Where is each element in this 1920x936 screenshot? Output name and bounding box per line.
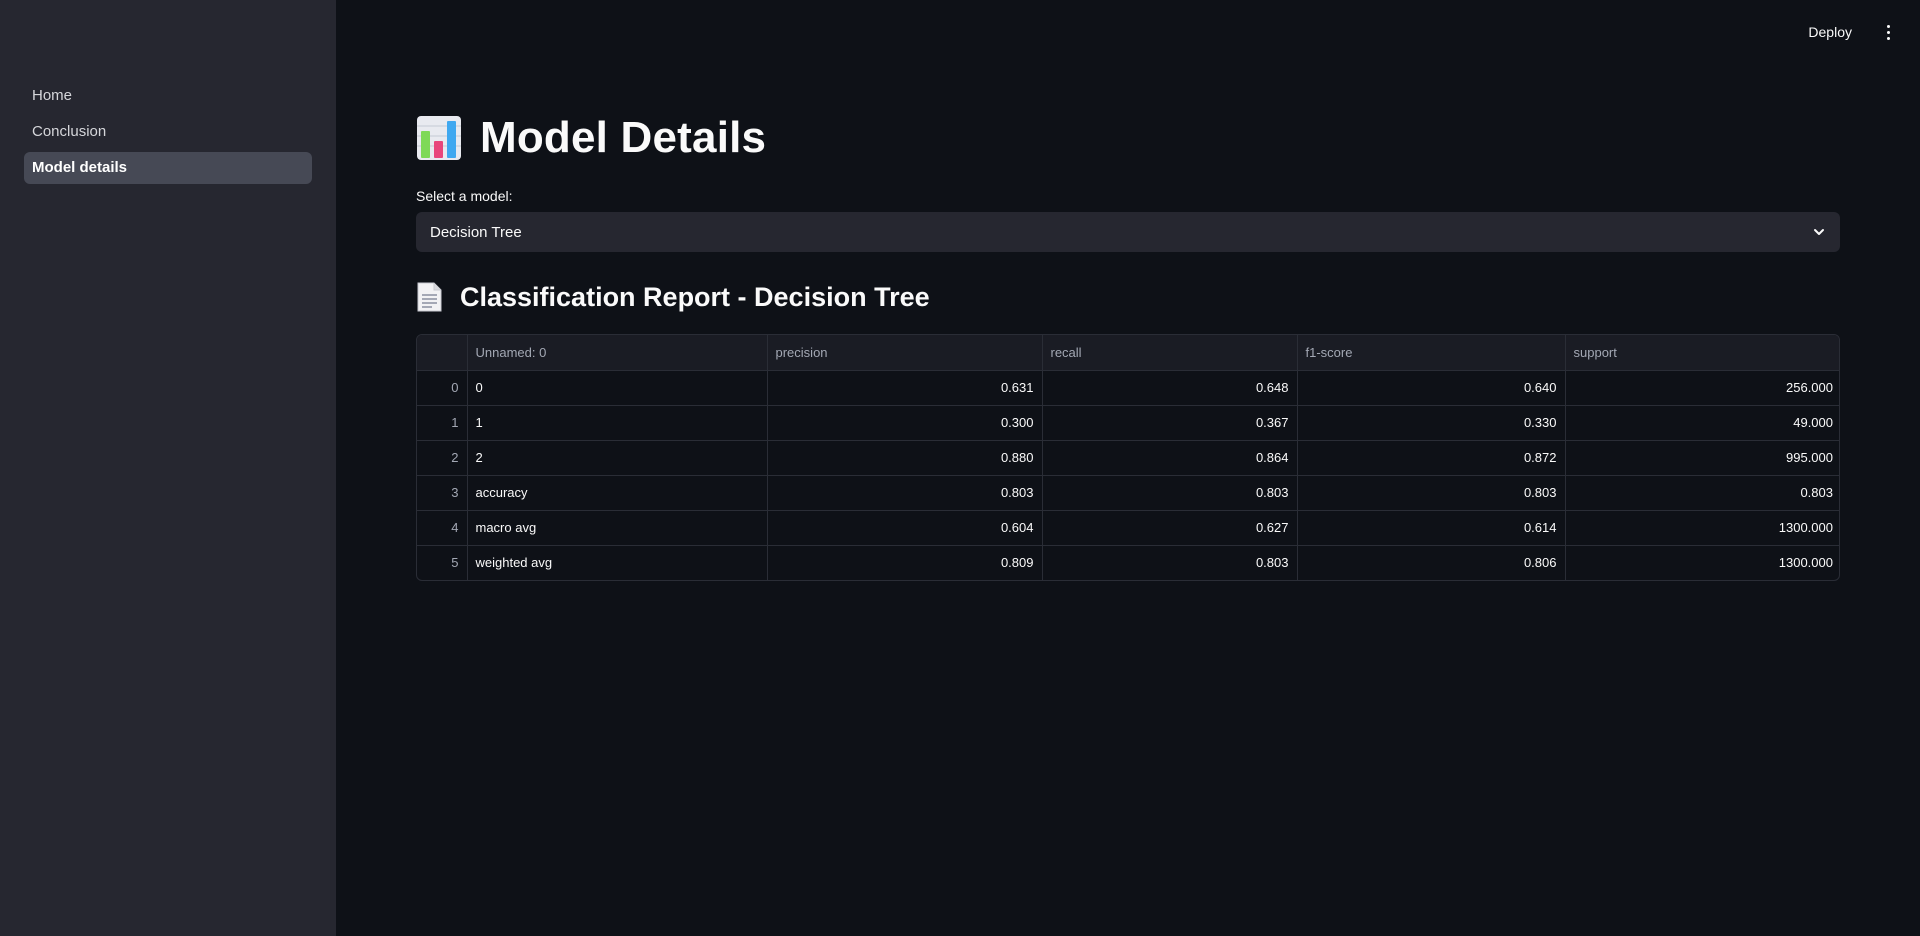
bar-chart-icon bbox=[417, 116, 461, 160]
content: Model Details Select a model: Decision T… bbox=[416, 112, 1840, 581]
main-area: Deploy Model Details Select a model: Dec… bbox=[336, 0, 1920, 936]
table-cell-f1-score[interactable]: 0.330 bbox=[1297, 405, 1566, 441]
table-header-recall[interactable]: recall bbox=[1042, 335, 1298, 371]
table-cell-label[interactable]: weighted avg bbox=[467, 545, 768, 580]
table-cell-recall[interactable]: 0.627 bbox=[1042, 510, 1298, 546]
section-title: Classification Report - Decision Tree bbox=[460, 281, 930, 312]
model-select-value: Decision Tree bbox=[430, 223, 522, 241]
table-cell-index[interactable]: 1 bbox=[417, 405, 468, 441]
table-cell-recall[interactable]: 0.648 bbox=[1042, 370, 1298, 406]
table-cell-support[interactable]: 49.000 bbox=[1565, 405, 1839, 441]
table-header-f1-score[interactable]: f1-score bbox=[1297, 335, 1566, 371]
deploy-button[interactable]: Deploy bbox=[1800, 18, 1860, 46]
table-cell-f1-score[interactable]: 0.872 bbox=[1297, 440, 1566, 476]
classification-report-table[interactable]: Unnamed: 0 precision recall f1-score sup… bbox=[416, 334, 1840, 581]
table-header-precision[interactable]: precision bbox=[767, 335, 1043, 371]
app-root: Home Conclusion Model details Deploy Mod… bbox=[0, 0, 1920, 936]
table-cell-index[interactable]: 4 bbox=[417, 510, 468, 546]
table-row: 1 1 0.300 0.367 0.330 49.000 bbox=[417, 405, 1839, 441]
table-cell-precision[interactable]: 0.880 bbox=[767, 440, 1043, 476]
document-icon bbox=[417, 282, 442, 312]
table-cell-index[interactable]: 0 bbox=[417, 370, 468, 406]
table-cell-f1-score[interactable]: 0.614 bbox=[1297, 510, 1566, 546]
sidebar: Home Conclusion Model details bbox=[0, 0, 336, 936]
table-cell-precision[interactable]: 0.300 bbox=[767, 405, 1043, 441]
table-cell-index[interactable]: 2 bbox=[417, 440, 468, 476]
table-row: 4 macro avg 0.604 0.627 0.614 1300.000 bbox=[417, 510, 1839, 546]
table-cell-label[interactable]: 1 bbox=[467, 405, 768, 441]
page-title: Model Details bbox=[480, 113, 767, 162]
table-row: 0 0 0.631 0.648 0.640 256.000 bbox=[417, 370, 1839, 406]
table-cell-support[interactable]: 1300.000 bbox=[1565, 545, 1839, 580]
table-cell-label[interactable]: accuracy bbox=[467, 475, 768, 511]
table-cell-label[interactable]: 0 bbox=[467, 370, 768, 406]
model-select-label: Select a model: bbox=[416, 188, 513, 204]
table-row: 5 weighted avg 0.809 0.803 0.806 1300.00… bbox=[417, 545, 1839, 580]
table-header-support[interactable]: support bbox=[1565, 335, 1839, 371]
table-cell-precision[interactable]: 0.631 bbox=[767, 370, 1043, 406]
section-title-row: Classification Report - Decision Tree bbox=[416, 280, 1840, 314]
table-cell-precision[interactable]: 0.803 bbox=[767, 475, 1043, 511]
table-row: 3 accuracy 0.803 0.803 0.803 0.803 bbox=[417, 475, 1839, 511]
table-cell-recall[interactable]: 0.803 bbox=[1042, 475, 1298, 511]
sidebar-item-conclusion[interactable]: Conclusion bbox=[24, 116, 312, 148]
table-cell-recall[interactable]: 0.367 bbox=[1042, 405, 1298, 441]
table-cell-support[interactable]: 256.000 bbox=[1565, 370, 1839, 406]
top-toolbar: Deploy bbox=[1800, 0, 1920, 64]
table-cell-f1-score[interactable]: 0.803 bbox=[1297, 475, 1566, 511]
table-cell-precision[interactable]: 0.809 bbox=[767, 545, 1043, 580]
table-cell-support[interactable]: 0.803 bbox=[1565, 475, 1839, 511]
table-cell-recall[interactable]: 0.803 bbox=[1042, 545, 1298, 580]
table-cell-f1-score[interactable]: 0.806 bbox=[1297, 545, 1566, 580]
table-header-index[interactable] bbox=[417, 335, 468, 371]
table-cell-index[interactable]: 3 bbox=[417, 475, 468, 511]
sidebar-item-home[interactable]: Home bbox=[24, 80, 312, 112]
more-options-icon[interactable] bbox=[1880, 22, 1896, 42]
table-cell-precision[interactable]: 0.604 bbox=[767, 510, 1043, 546]
model-select[interactable]: Decision Tree bbox=[416, 212, 1840, 252]
table-cell-support[interactable]: 995.000 bbox=[1565, 440, 1839, 476]
table-header-row: Unnamed: 0 precision recall f1-score sup… bbox=[417, 335, 1839, 371]
sidebar-nav: Home Conclusion Model details bbox=[0, 80, 336, 184]
table-cell-label[interactable]: macro avg bbox=[467, 510, 768, 546]
page-title-row: Model Details bbox=[416, 112, 1840, 164]
sidebar-item-model-details[interactable]: Model details bbox=[24, 152, 312, 184]
table-header-unnamed[interactable]: Unnamed: 0 bbox=[467, 335, 768, 371]
table-cell-index[interactable]: 5 bbox=[417, 545, 468, 580]
table-cell-support[interactable]: 1300.000 bbox=[1565, 510, 1839, 546]
table-cell-f1-score[interactable]: 0.640 bbox=[1297, 370, 1566, 406]
chevron-down-icon bbox=[1814, 229, 1824, 235]
table-row: 2 2 0.880 0.864 0.872 995.000 bbox=[417, 440, 1839, 476]
table-cell-recall[interactable]: 0.864 bbox=[1042, 440, 1298, 476]
table-cell-label[interactable]: 2 bbox=[467, 440, 768, 476]
